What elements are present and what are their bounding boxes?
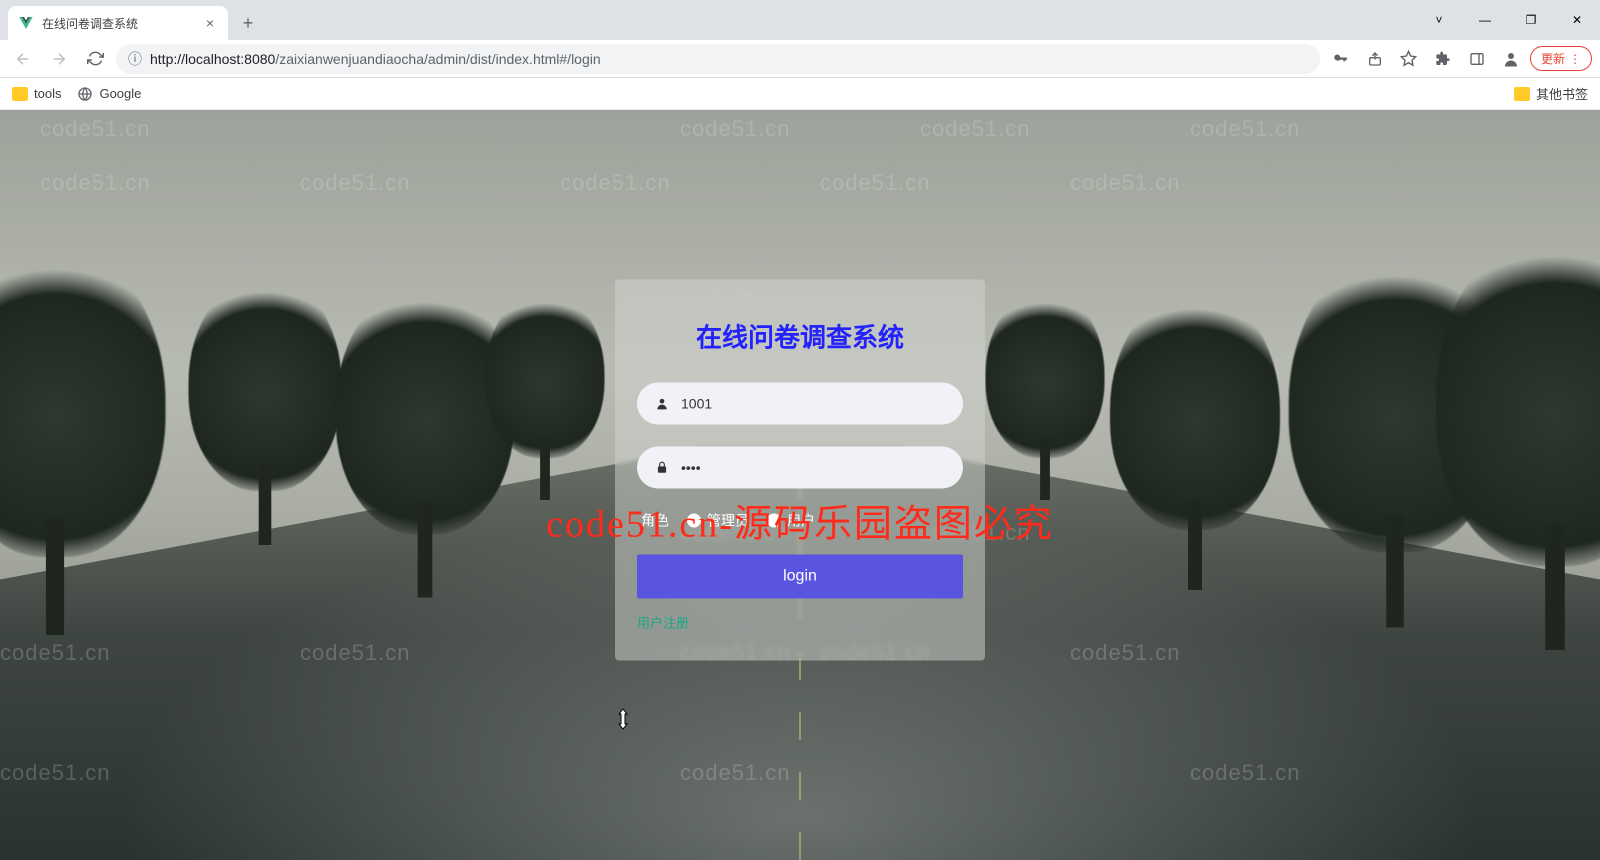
bookmark-google[interactable]: Google (77, 86, 141, 102)
key-icon[interactable] (1326, 44, 1356, 74)
site-info-icon[interactable]: ⓘ (128, 49, 142, 69)
star-icon[interactable] (1394, 44, 1424, 74)
globe-icon (77, 86, 93, 102)
register-link[interactable]: 用户注册 (637, 613, 689, 632)
window-controls: ˅ ― ❐ ✕ (1416, 0, 1600, 40)
user-icon (655, 397, 669, 411)
folder-icon (1514, 87, 1530, 101)
back-button[interactable] (8, 44, 38, 74)
bookmark-bar: tools Google 其他书签 (0, 78, 1600, 110)
lock-icon (655, 461, 669, 475)
username-input[interactable] (681, 396, 945, 412)
url-text: http://localhost:8080/zaixianwenjuandiao… (150, 51, 601, 67)
role-radio-admin[interactable]: 管理员 (687, 511, 749, 531)
profile-icon[interactable] (1496, 44, 1526, 74)
update-button[interactable]: 更新⋮ (1530, 46, 1592, 71)
vue-favicon-icon (18, 15, 34, 31)
role-row: 角色 管理员 用户 (641, 511, 963, 531)
close-window-button[interactable]: ✕ (1554, 0, 1600, 40)
folder-icon (12, 87, 28, 101)
maximize-button[interactable]: ❐ (1508, 0, 1554, 40)
tab-title: 在线问卷调查系统 (42, 15, 194, 32)
side-panel-icon[interactable] (1462, 44, 1492, 74)
login-title: 在线问卷调查系统 (637, 318, 963, 355)
role-label: 角色 (641, 511, 669, 531)
caret-down-icon[interactable]: ˅ (1416, 0, 1462, 40)
address-bar: ⓘ http://localhost:8080/zaixianwenjuandi… (0, 40, 1600, 78)
password-input[interactable] (681, 460, 945, 476)
tab-close-icon[interactable]: × (202, 15, 218, 31)
bookmark-tools[interactable]: tools (12, 86, 61, 101)
page-content: code51.cn code51.cn code51.cn code51.cn … (0, 110, 1600, 860)
radio-icon (687, 514, 701, 528)
forward-button[interactable] (44, 44, 74, 74)
browser-tab[interactable]: 在线问卷调查系统 × (8, 6, 228, 40)
radio-icon (767, 514, 781, 528)
url-field[interactable]: ⓘ http://localhost:8080/zaixianwenjuandi… (116, 44, 1320, 74)
extensions-icon[interactable] (1428, 44, 1458, 74)
bookmark-other[interactable]: 其他书签 (1514, 84, 1588, 103)
username-field-wrapper (637, 383, 963, 425)
tab-strip: 在线问卷调查系统 × + ˅ ― ❐ ✕ (0, 0, 1600, 40)
minimize-button[interactable]: ― (1462, 0, 1508, 40)
password-field-wrapper (637, 447, 963, 489)
reload-button[interactable] (80, 44, 110, 74)
login-panel: 在线问卷调查系统 角色 管理员 用户 login 用户注册 (615, 280, 985, 661)
login-button[interactable]: login (637, 555, 963, 599)
share-icon[interactable] (1360, 44, 1390, 74)
new-tab-button[interactable]: + (234, 9, 262, 37)
role-radio-user[interactable]: 用户 (767, 511, 815, 531)
